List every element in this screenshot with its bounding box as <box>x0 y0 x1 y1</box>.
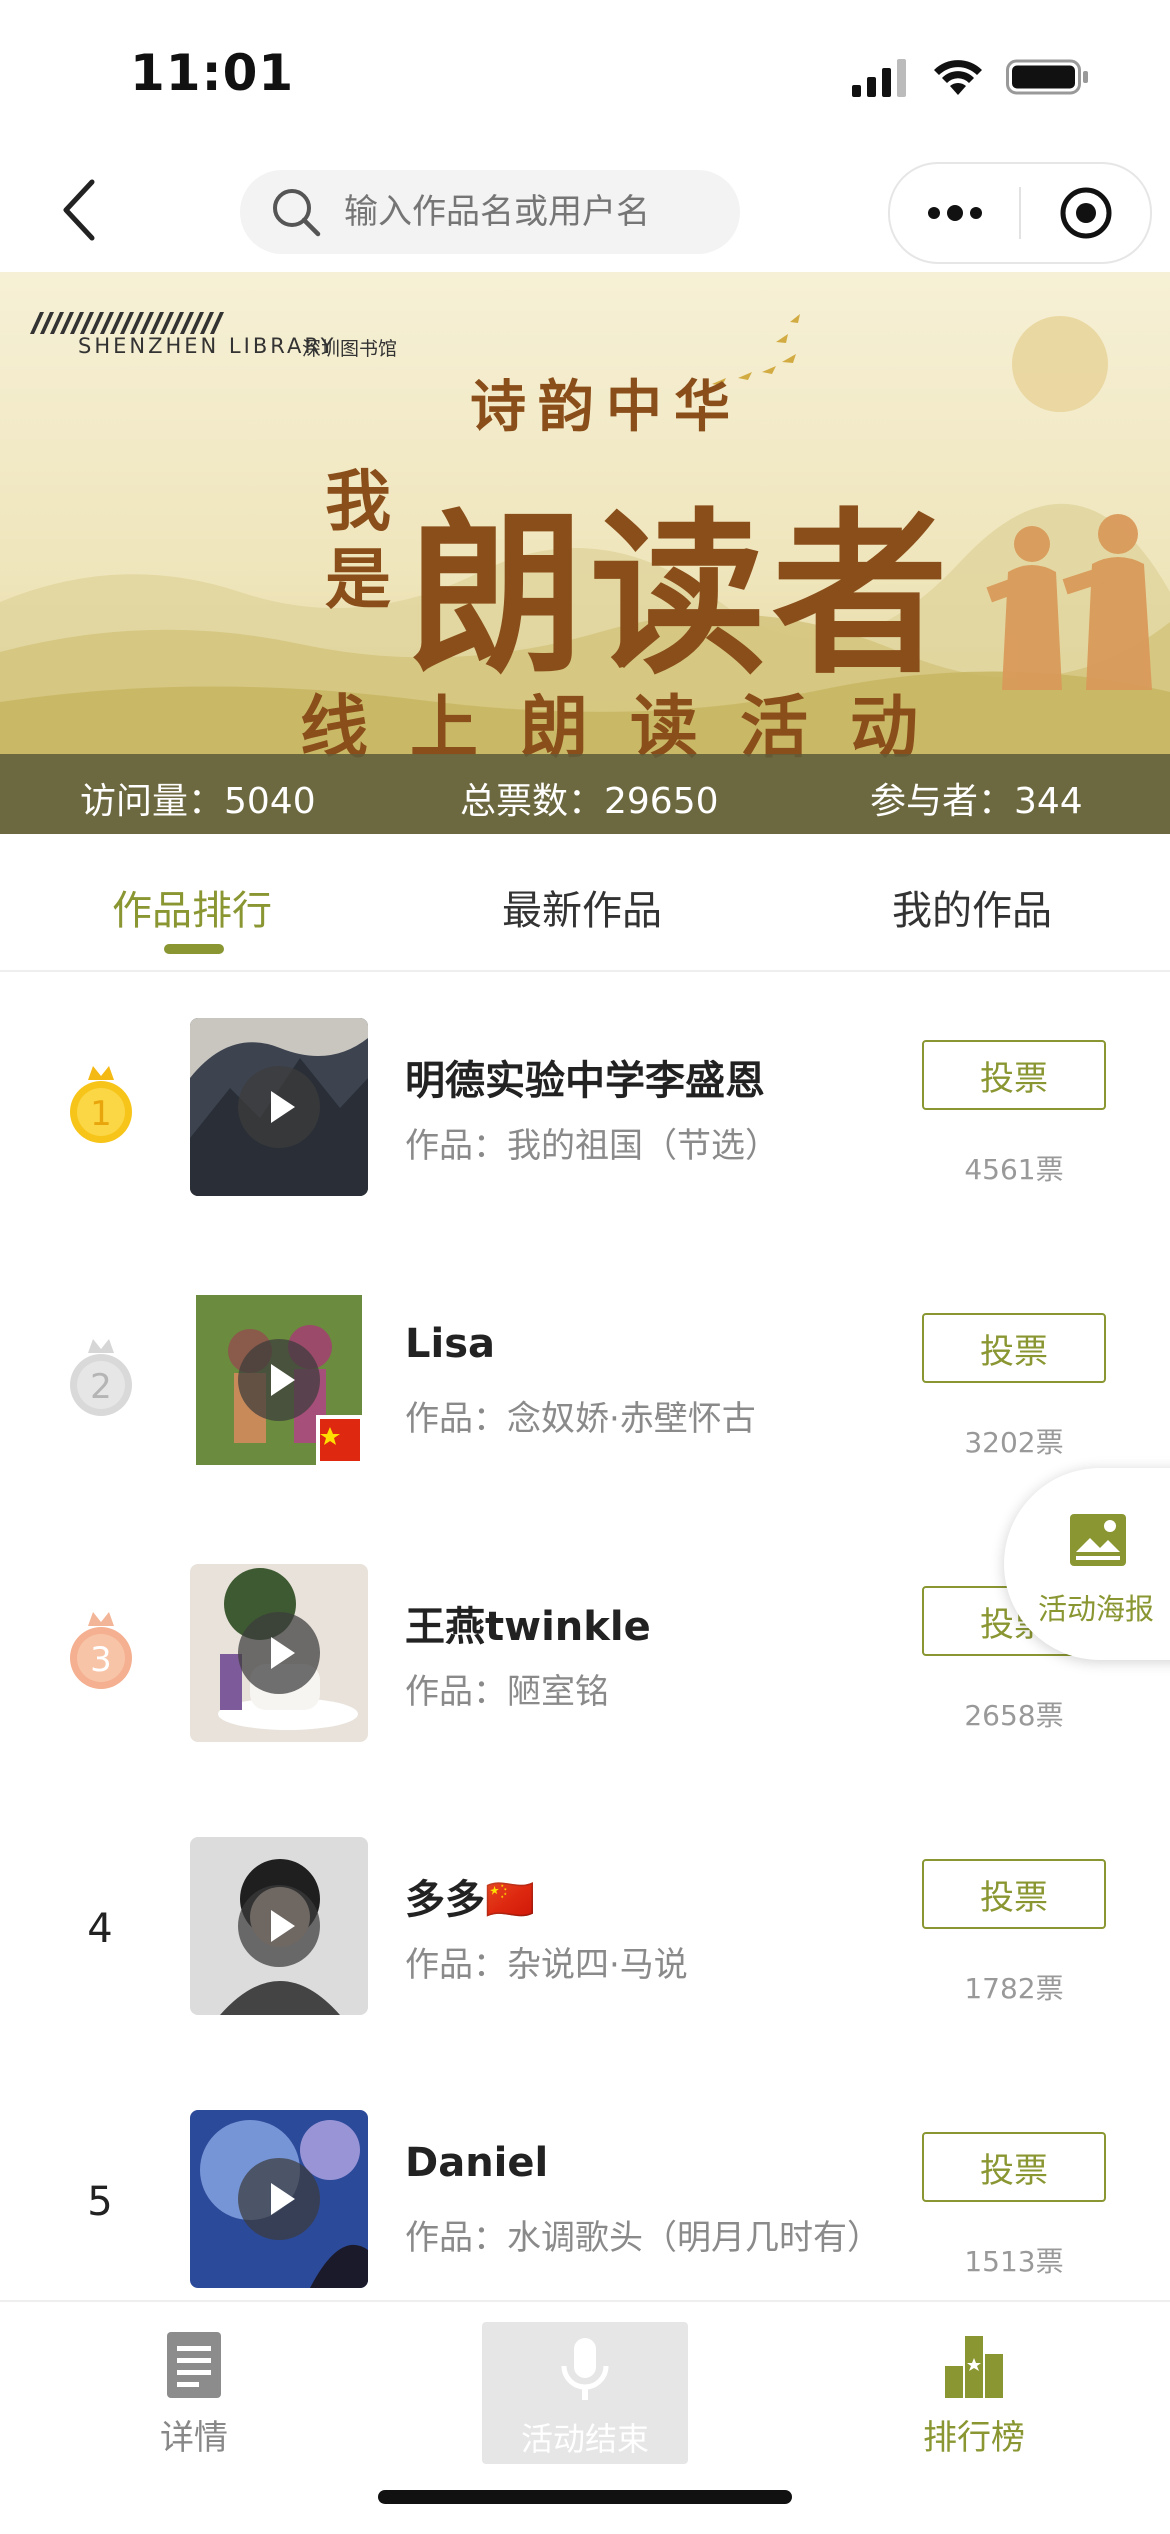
battery-icon <box>1006 59 1088 95</box>
cellular-signal-icon <box>852 59 906 97</box>
tab-bar: 作品排行 最新作品 我的作品 <box>0 834 1170 972</box>
rank-number: 5 <box>87 2179 113 2225</box>
play-icon[interactable] <box>238 2158 320 2240</box>
stat-visits: 访问量：5040 <box>80 781 316 822</box>
activity-banner: SHENZHEN LIBRARY 深圳图书馆 诗韵中华 我是 朗读者 线上朗读活… <box>0 272 1170 834</box>
entry-thumbnail[interactable] <box>190 1837 368 2015</box>
more-dots-icon <box>927 205 982 221</box>
record-label: 活动结束 <box>520 2420 649 2458</box>
entry-work: 作品：水调歌头（明月几时有） <box>405 2218 881 2258</box>
play-icon[interactable] <box>238 1885 320 1967</box>
poster-image-icon <box>1070 1514 1126 1566</box>
library-name-en: SHENZHEN LIBRARY <box>78 334 337 358</box>
stat-total-votes: 总票数：29650 <box>460 781 719 822</box>
list-item[interactable]: 1 明德实验中学李盛恩 作品：我的祖国（节选） 投票 4561票 <box>0 970 1170 1243</box>
vote-button[interactable]: 投票 <box>922 2132 1106 2202</box>
gold-medal-icon: 1 <box>70 1066 132 1143</box>
entry-thumbnail[interactable] <box>190 1018 368 1196</box>
status-icons <box>850 52 1090 102</box>
play-icon[interactable] <box>238 1066 320 1148</box>
entry-work: 作品：陋室铭 <box>405 1672 609 1712</box>
bottom-tab-label: 排行榜 <box>923 2418 1025 2458</box>
entry-name: 王燕twinkle <box>405 1604 651 1650</box>
vote-button[interactable]: 投票 <box>922 1859 1106 1929</box>
list-item[interactable]: 3 王燕twinkle 作品：陋室铭 投票 2658票 <box>0 1516 1170 1789</box>
record-button[interactable]: 活动结束 <box>482 2322 688 2464</box>
bottom-tab-label: 详情 <box>160 2418 228 2458</box>
search-box[interactable] <box>240 170 740 254</box>
bottom-tab-ranking[interactable]: 排行榜 <box>874 2330 1074 2459</box>
bronze-medal-icon: 3 <box>70 1612 132 1689</box>
stats-bar: 访问量：5040 总票数：29650 参与者：344 <box>0 754 1170 834</box>
tab-ranking[interactable]: 作品排行 <box>112 878 272 936</box>
entry-thumbnail[interactable] <box>190 1564 368 1742</box>
status-bar: 11:01 <box>0 0 1170 150</box>
poster-label: 活动海报 <box>1038 1592 1155 1626</box>
library-logo-icon <box>30 312 224 334</box>
mini-program-capsule <box>888 162 1152 264</box>
tab-active-indicator <box>164 944 224 954</box>
navbar <box>0 150 1170 270</box>
silver-medal-icon: 2 <box>70 1339 132 1416</box>
entry-name: Lisa <box>405 1321 495 1367</box>
play-icon[interactable] <box>238 1612 320 1694</box>
entry-thumbnail[interactable] <box>190 2110 368 2288</box>
play-icon[interactable] <box>238 1339 320 1421</box>
entry-name: 多多🇨🇳 <box>405 1877 535 1923</box>
back-button[interactable] <box>52 170 112 250</box>
vote-count: 3202票 <box>964 1426 1064 1459</box>
chevron-left-icon <box>63 179 95 241</box>
stat-participants: 参与者：344 <box>870 781 1083 822</box>
list-item[interactable]: 5 Daniel 作品：水调歌头（明月几时有） 投票 1513票 <box>0 2062 1170 2335</box>
vote-count: 4561票 <box>964 1153 1064 1186</box>
search-icon <box>273 189 321 237</box>
entry-work: 作品：杂说四·马说 <box>405 1945 688 1985</box>
vote-button[interactable]: 投票 <box>922 1040 1106 1110</box>
vote-count: 1513票 <box>964 2245 1064 2278</box>
medal-rank-label: 2 <box>90 1367 112 1407</box>
ranking-podium-icon <box>945 2336 1003 2398</box>
vote-count: 2658票 <box>964 1699 1064 1732</box>
vote-button[interactable]: 投票 <box>922 1313 1106 1383</box>
entry-name: 明德实验中学李盛恩 <box>405 1058 765 1104</box>
library-name-cn: 深圳图书馆 <box>302 338 398 360</box>
banner-small-title: 我是 <box>325 462 391 618</box>
entry-thumbnail[interactable] <box>190 1291 368 1469</box>
home-indicator <box>378 2490 792 2504</box>
target-close-icon <box>1060 187 1111 239</box>
more-button[interactable] <box>890 164 1019 262</box>
bottom-tab-details[interactable]: 详情 <box>94 2330 294 2459</box>
wifi-icon <box>934 60 982 95</box>
tab-latest[interactable]: 最新作品 <box>502 878 662 936</box>
tab-my-works[interactable]: 我的作品 <box>892 878 1052 936</box>
status-time: 11:01 <box>130 44 295 102</box>
entry-work: 作品：念奴娇·赤壁怀古 <box>405 1399 756 1439</box>
entry-work: 作品：我的祖国（节选） <box>405 1126 779 1166</box>
search-input[interactable] <box>342 191 726 233</box>
rank-number: 4 <box>87 1906 113 1952</box>
vote-count: 1782票 <box>964 1972 1064 2005</box>
list-item[interactable]: 4 多多🇨🇳 作品：杂说四·马说 投票 1782票 <box>0 1789 1170 2062</box>
medal-rank-label: 3 <box>90 1640 112 1680</box>
microphone-icon <box>561 2338 609 2400</box>
banner-subtitle: 诗韵中华 <box>470 374 742 440</box>
medal-rank-label: 1 <box>90 1094 112 1134</box>
close-program-button[interactable] <box>1021 164 1150 262</box>
list-item[interactable]: 2 Lisa 作品：念奴娇·赤壁怀古 投票 3202票 <box>0 1243 1170 1516</box>
document-icon <box>167 2332 221 2398</box>
banner-main-title: 朗读者 <box>408 491 955 698</box>
entry-name: Daniel <box>405 2140 549 2186</box>
